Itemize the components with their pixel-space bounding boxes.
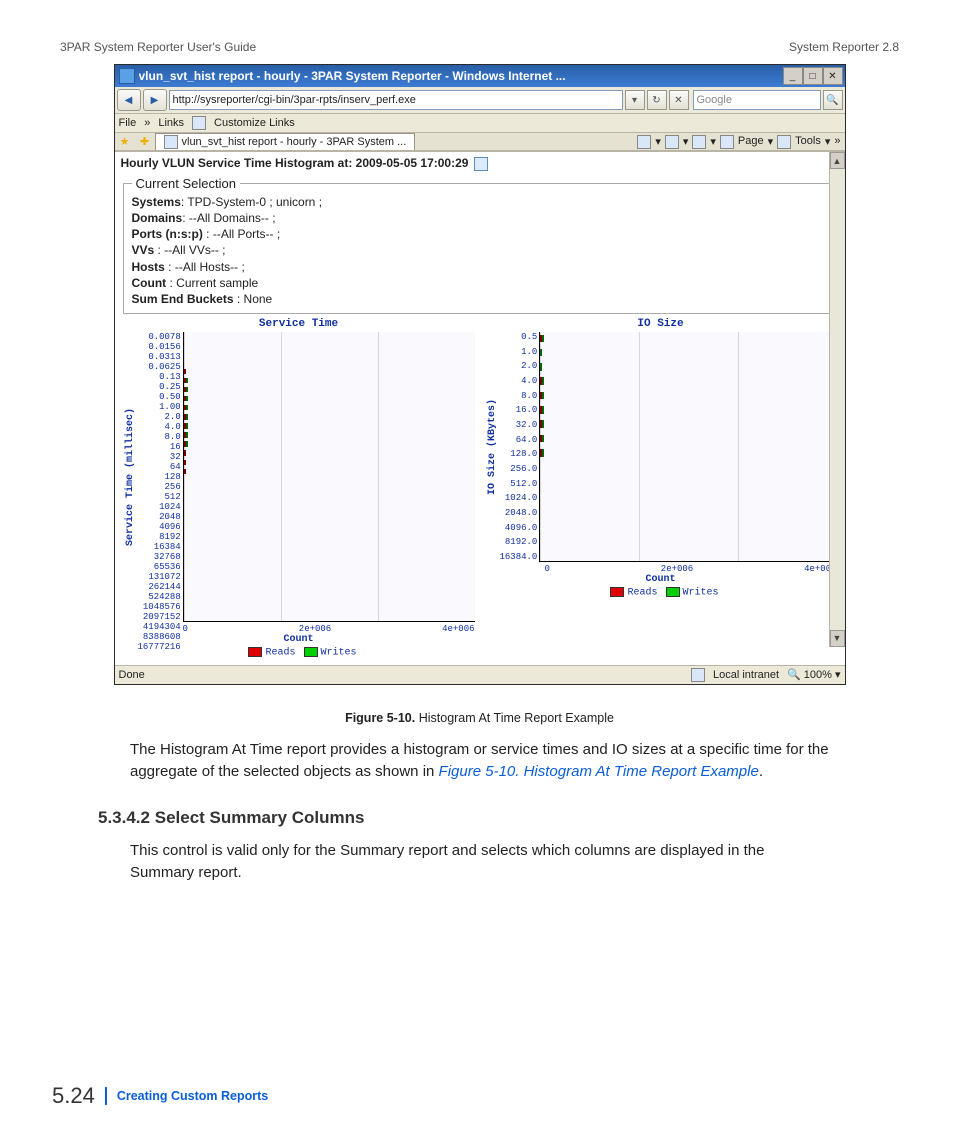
bar-writes: [542, 377, 544, 385]
header-left: 3PAR System Reporter User's Guide: [60, 40, 256, 54]
customize-icon: [192, 116, 206, 130]
refresh-button[interactable]: ↻: [647, 90, 667, 110]
close-button[interactable]: ✕: [823, 67, 843, 85]
running-header: 3PAR System Reporter User's Guide System…: [60, 40, 899, 54]
page-number: 5.24: [52, 1083, 95, 1109]
ie-icon: [119, 68, 135, 84]
figure-xref[interactable]: Figure 5-10. Histogram At Time Report Ex…: [439, 763, 759, 780]
zone-icon: [691, 668, 705, 682]
bar-writes: [542, 335, 544, 343]
y-axis-label: Service Time (millisec): [123, 332, 138, 622]
url-input[interactable]: http://sysreporter/cgi-bin/3par-rpts/ins…: [169, 90, 623, 110]
bar-writes: [186, 414, 188, 419]
page-tools-icon[interactable]: [720, 135, 734, 149]
fieldset-legend: Current Selection: [132, 177, 240, 190]
bar-writes: [542, 449, 544, 457]
menu-bar: File » Links Customize Links: [115, 114, 845, 133]
search-go-button[interactable]: 🔍: [823, 90, 843, 110]
chart: IO Size IO Size (KBytes)0.51.02.04.08.016…: [485, 318, 837, 659]
menu-more-icon[interactable]: »: [144, 117, 150, 129]
footer-divider: [105, 1087, 107, 1105]
plot-area: [539, 332, 836, 562]
stop-button[interactable]: ✕: [669, 90, 689, 110]
body-paragraph-1: The Histogram At Time report provides a …: [130, 739, 830, 783]
status-text: Done: [119, 669, 145, 681]
plot-area: [183, 332, 475, 622]
favorites-icon[interactable]: ★: [115, 135, 135, 148]
window-title: vlun_svt_hist report - hourly - 3PAR Sys…: [139, 69, 783, 83]
header-right: System Reporter 2.8: [789, 40, 899, 54]
x-ticks: 02e+0064e+006: [545, 564, 837, 574]
bar-writes: [186, 378, 188, 383]
bar-reads: [184, 369, 186, 374]
x-ticks: 02e+0064e+006: [183, 624, 475, 634]
search-placeholder: Google: [697, 94, 732, 106]
zoom-label[interactable]: 🔍 100% ▾: [787, 668, 840, 681]
bar-writes: [542, 420, 544, 428]
scroll-up-icon[interactable]: ▲: [830, 152, 845, 169]
bar-writes: [542, 435, 544, 443]
search-input[interactable]: Google: [693, 90, 821, 110]
footer-section: Creating Custom Reports: [117, 1089, 268, 1103]
bar-reads: [184, 450, 186, 455]
links-label: Links: [158, 117, 184, 129]
forward-button[interactable]: ▶: [143, 89, 167, 111]
tab-label: vlun_svt_hist report - hourly - 3PAR Sys…: [182, 136, 407, 148]
charts-area: Service Time Service Time (millisec)0.007…: [121, 318, 839, 659]
status-bar: Done Local intranet 🔍 100% ▾: [115, 665, 845, 684]
tools-menu[interactable]: Tools: [795, 135, 821, 149]
bar-writes: [186, 441, 188, 446]
maximize-button[interactable]: □: [803, 67, 823, 85]
section-heading: 5.3.4.2 Select Summary Columns: [98, 808, 899, 828]
vertical-scrollbar[interactable]: ▲ ▼: [829, 152, 845, 647]
chart-title: Service Time: [123, 318, 475, 330]
figure-caption: Figure 5-10. Histogram At Time Report Ex…: [60, 711, 899, 725]
page-footer: 5.24 Creating Custom Reports: [52, 1083, 268, 1109]
tools-icon[interactable]: [777, 135, 791, 149]
x-axis-label: Count: [485, 574, 837, 585]
bar-writes: [186, 423, 188, 428]
menu-customize[interactable]: Customize Links: [214, 117, 295, 129]
chart-title: IO Size: [485, 318, 837, 330]
url-text: http://sysreporter/cgi-bin/3par-rpts/ins…: [173, 94, 416, 106]
chart-legend: ReadsWrites: [485, 587, 837, 599]
tab-strip: ★ ✚ vlun_svt_hist report - hourly - 3PAR…: [115, 133, 845, 151]
screenshot-window: vlun_svt_hist report - hourly - 3PAR Sys…: [114, 64, 846, 685]
current-selection-box: Current Selection Systems: TPD-System-0 …: [123, 177, 837, 314]
y-ticks: 0.00780.01560.03130.06250.130.250.501.00…: [138, 332, 183, 622]
address-bar: ◀ ▶ http://sysreporter/cgi-bin/3par-rpts…: [115, 87, 845, 114]
home-icon[interactable]: [637, 135, 651, 149]
bar-reads: [184, 460, 186, 465]
bar-writes: [542, 406, 544, 414]
bar-writes: [186, 405, 188, 410]
bar-writes: [540, 349, 542, 357]
print-icon[interactable]: [692, 135, 706, 149]
back-button[interactable]: ◀: [117, 89, 141, 111]
chart: Service Time Service Time (millisec)0.007…: [123, 318, 475, 659]
url-dropdown[interactable]: ▾: [625, 90, 645, 110]
feeds-icon[interactable]: [665, 135, 679, 149]
page-content: Hourly VLUN Service Time Histogram at: 2…: [115, 151, 845, 665]
bar-writes: [540, 363, 542, 371]
report-icon[interactable]: [474, 157, 488, 171]
bar-writes: [542, 392, 544, 400]
body-paragraph-2: This control is valid only for the Summa…: [130, 840, 830, 884]
bar-writes: [186, 396, 188, 401]
bar-reads: [184, 469, 186, 474]
bar-writes: [186, 432, 188, 437]
menu-file[interactable]: File: [119, 117, 137, 129]
y-axis-label: IO Size (KBytes): [485, 332, 500, 562]
add-favorite-icon[interactable]: ✚: [135, 135, 155, 148]
report-title: Hourly VLUN Service Time Histogram at: 2…: [121, 156, 839, 171]
security-zone: Local intranet: [713, 669, 779, 681]
browser-tab[interactable]: vlun_svt_hist report - hourly - 3PAR Sys…: [155, 133, 416, 150]
bar-writes: [186, 387, 188, 392]
y-ticks: 0.51.02.04.08.016.032.064.0128.0256.0512…: [500, 332, 540, 562]
scroll-down-icon[interactable]: ▼: [830, 630, 845, 647]
toolbar-more-icon[interactable]: »: [834, 135, 840, 149]
minimize-button[interactable]: _: [783, 67, 803, 85]
window-titlebar: vlun_svt_hist report - hourly - 3PAR Sys…: [115, 65, 845, 87]
page-icon: [164, 135, 178, 149]
page-menu[interactable]: Page: [738, 135, 764, 149]
